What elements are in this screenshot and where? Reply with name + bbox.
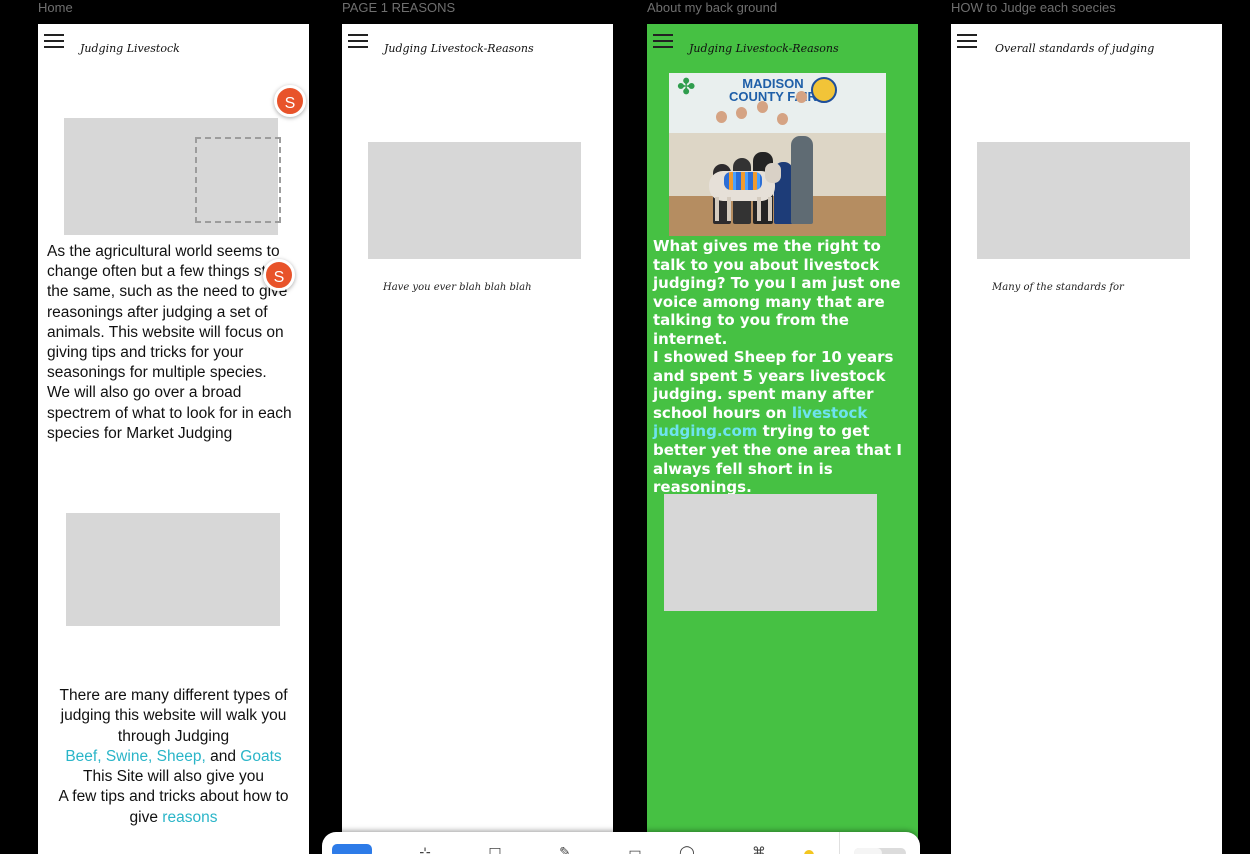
toolbar-divider (839, 832, 840, 854)
assets-icon[interactable]: ⌘ (748, 846, 770, 854)
reasons-link[interactable]: reasons (162, 809, 217, 826)
frame-label-reasons[interactable]: PAGE 1 REASONS (342, 0, 455, 15)
person-head (757, 101, 768, 113)
sheep-leg (768, 197, 772, 221)
sheep-leg (715, 197, 719, 221)
emoji-icon[interactable] (804, 850, 814, 854)
person-head (716, 111, 727, 123)
fair-banner-text: MADISON COUNTY FAIR (729, 76, 817, 104)
site-title: Judging Livestock-Reasons (689, 42, 839, 55)
person-head (796, 91, 807, 103)
site-title: Judging Livestock-Reasons (384, 42, 534, 55)
text-tool-icon[interactable]: ▭ (624, 846, 646, 854)
cursive-text: Many of the standards for (992, 282, 1124, 293)
rectangle-tool-icon[interactable]: □ (484, 846, 506, 854)
ffa-emblem-icon (811, 77, 837, 103)
cursive-text: Have you ever blah blah blah (383, 282, 532, 293)
fair-photo: ✤ MADISON COUNTY FAIR (669, 73, 886, 236)
species-intro-text: There are many different types of judgin… (59, 687, 288, 745)
background-paragraph-2: I showed Sheep for 10 years and spent 5 … (653, 348, 916, 497)
mode-toggle-icon[interactable] (854, 848, 906, 854)
pen-tool-icon[interactable]: ✎ (554, 846, 576, 854)
image-placeholder (664, 494, 877, 611)
frame-how-to-judge[interactable]: Overall standards of judging Many of the… (951, 24, 1222, 854)
hamburger-menu-icon[interactable] (653, 34, 673, 48)
hamburger-menu-icon[interactable] (44, 34, 64, 48)
sheep-head (765, 163, 781, 183)
background-paragraph-1: What gives me the right to talk to you a… (653, 237, 901, 348)
collaborator-avatar[interactable]: S (263, 259, 295, 291)
frame-label-home[interactable]: Home (38, 0, 73, 15)
frame-home[interactable]: Judging Livestock As the agricultural wo… (38, 24, 309, 854)
hamburger-menu-icon[interactable] (348, 34, 368, 48)
selection-box[interactable] (195, 137, 281, 223)
clover-icon: ✤ (677, 75, 696, 100)
person-head (777, 113, 788, 125)
and-text: and (205, 747, 241, 765)
person-head (736, 107, 747, 119)
goats-link[interactable]: Goats (240, 748, 281, 765)
sheep-blanket (724, 172, 762, 190)
frame-tool-icon[interactable]: ⊹ (414, 846, 436, 854)
site-tip-text: This Site will also give you (83, 768, 264, 786)
site-title: Judging Livestock (80, 42, 180, 55)
frame-reasons[interactable]: Judging Livestock-Reasons Have you ever … (342, 24, 613, 854)
sheep-leg (727, 197, 731, 221)
sheep-leg (757, 197, 761, 221)
comment-icon[interactable]: ◯ (676, 846, 698, 854)
bottom-toolbar[interactable]: ⊹ □ ✎ ▭ ◯ ⌘ (322, 832, 920, 854)
site-title: Overall standards of judging (995, 42, 1155, 55)
frame-label-how-to-judge[interactable]: HOW to Judge each soecies (951, 0, 1116, 15)
select-tool-icon[interactable] (332, 844, 372, 854)
hamburger-menu-icon[interactable] (957, 34, 977, 48)
species-paragraph: There are many different types of judgin… (50, 686, 297, 828)
image-placeholder (977, 142, 1190, 259)
image-placeholder (368, 142, 581, 259)
collaborator-avatar[interactable]: S (274, 85, 306, 117)
image-placeholder (66, 513, 280, 626)
frame-background[interactable]: Judging Livestock-Reasons ✤ MADISON COUN… (647, 24, 918, 854)
person (791, 136, 813, 224)
species-link[interactable]: Beef, Swine, Sheep, (65, 748, 205, 765)
frame-label-background[interactable]: About my back ground (647, 0, 777, 15)
